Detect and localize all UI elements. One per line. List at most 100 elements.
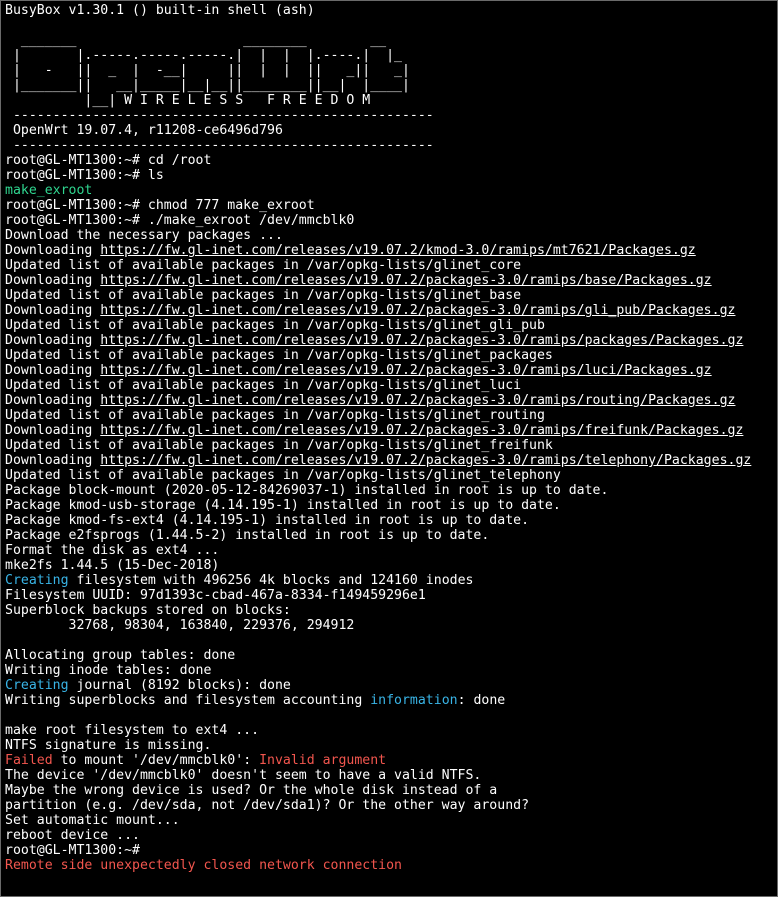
output-line: Allocating group tables: done xyxy=(5,648,777,663)
output-text: journal (8192 blocks): done xyxy=(68,678,291,693)
output-text: Remote side unexpectedly closed network … xyxy=(5,858,402,873)
output-text: partition (e.g. /dev/sda, not /dev/sda1)… xyxy=(5,798,530,813)
output-text: Updated list of available packages in /v… xyxy=(5,438,553,453)
output-text: root@GL-MT1300:~# ./make_exroot /dev/mmc… xyxy=(5,213,355,228)
package-url-link[interactable]: https://fw.gl-inet.com/releases/v19.07.2… xyxy=(100,453,751,468)
output-line: Updated list of available packages in /v… xyxy=(5,318,777,333)
output-text: NTFS signature is missing. xyxy=(5,738,212,753)
output-line: root@GL-MT1300:~# xyxy=(5,843,777,858)
output-text: Package kmod-fs-ext4 (4.14.195-1) instal… xyxy=(5,513,530,528)
output-text: 32768, 98304, 163840, 229376, 294912 xyxy=(5,618,355,633)
output-line: Writing inode tables: done xyxy=(5,663,777,678)
output-line: Updated list of available packages in /v… xyxy=(5,468,777,483)
output-line: root@GL-MT1300:~# ./make_exroot /dev/mmc… xyxy=(5,213,777,228)
output-text: Downloading xyxy=(5,393,101,408)
banner-line: ----------------------------------------… xyxy=(5,138,434,153)
output-line: Package e2fsprogs (1.44.5-2) installed i… xyxy=(5,528,777,543)
output-text: Downloading xyxy=(5,423,101,438)
output-text: Downloading xyxy=(5,333,101,348)
output-line: Updated list of available packages in /v… xyxy=(5,408,777,423)
output-text: root@GL-MT1300:~# cd /root xyxy=(5,153,212,168)
output-line: Set automatic mount... xyxy=(5,813,777,828)
output-text: Updated list of available packages in /v… xyxy=(5,378,522,393)
output-line: Updated list of available packages in /v… xyxy=(5,258,777,273)
terminal-output: BusyBox v1.30.1 () built-in shell (ash) … xyxy=(5,3,777,873)
output-text: Updated list of available packages in /v… xyxy=(5,318,545,333)
output-text: Set automatic mount... xyxy=(5,813,180,828)
output-text: Superblock backups stored on blocks: xyxy=(5,603,291,618)
output-text: reboot device ... xyxy=(5,828,140,843)
package-url-link[interactable]: https://fw.gl-inet.com/releases/v19.07.2… xyxy=(100,333,743,348)
output-line: make_exroot xyxy=(5,183,777,198)
package-url-link[interactable]: https://fw.gl-inet.com/releases/v19.07.2… xyxy=(100,423,743,438)
output-text: Downloading xyxy=(5,363,101,378)
output-text: make root filesystem to ext4 ... xyxy=(5,723,260,738)
output-line: mke2fs 1.44.5 (15-Dec-2018) xyxy=(5,558,777,573)
output-line: Downloading https://fw.gl-inet.com/relea… xyxy=(5,393,777,408)
output-text: Writing inode tables: done xyxy=(5,663,212,678)
banner-line: | |.-----.-----.-----.| | | |.----.| |_ xyxy=(5,48,402,63)
output-text: Package e2fsprogs (1.44.5-2) installed i… xyxy=(5,528,490,543)
output-text: Invalid argument xyxy=(259,753,387,768)
banner-line: |__| W I R E L E S S F R E E D O M xyxy=(5,93,371,108)
output-text: Downloading xyxy=(5,303,101,318)
output-text: Updated list of available packages in /v… xyxy=(5,408,545,423)
output-line: Failed to mount '/dev/mmcblk0': Invalid … xyxy=(5,753,777,768)
output-line: The device '/dev/mmcblk0' doesn't seem t… xyxy=(5,768,777,783)
output-text: Package kmod-usb-storage (4.14.195-1) in… xyxy=(5,498,561,513)
output-text: Creating xyxy=(5,573,69,588)
output-text: Downloading xyxy=(5,273,101,288)
command-output: root@GL-MT1300:~# cd /root root@GL-MT1300… xyxy=(5,153,777,873)
banner-line xyxy=(5,18,777,33)
output-line: Downloading https://fw.gl-inet.com/relea… xyxy=(5,453,777,468)
package-url-link[interactable]: https://fw.gl-inet.com/releases/v19.07.2… xyxy=(100,273,711,288)
output-text: Updated list of available packages in /v… xyxy=(5,468,561,483)
output-text: Format the disk as ext4 ... xyxy=(5,543,220,558)
output-line: Filesystem UUID: 97d1393c-cbad-467a-8334… xyxy=(5,588,777,603)
openwrt-banner: _______ ________ __ | |.-----.-----.----… xyxy=(5,18,777,153)
output-line: Package block-mount (2020-05-12-84269037… xyxy=(5,483,777,498)
output-line: Updated list of available packages in /v… xyxy=(5,288,777,303)
output-line: root@GL-MT1300:~# ls xyxy=(5,168,777,183)
banner-line: _______ ________ __ xyxy=(5,33,387,48)
output-line: Downloading https://fw.gl-inet.com/relea… xyxy=(5,363,777,378)
output-line: partition (e.g. /dev/sda, not /dev/sda1)… xyxy=(5,798,777,813)
output-text: Writing superblocks and filesystem accou… xyxy=(5,693,371,708)
output-line: root@GL-MT1300:~# cd /root xyxy=(5,153,777,168)
output-text: Package block-mount (2020-05-12-84269037… xyxy=(5,483,609,498)
shell-header: BusyBox v1.30.1 () built-in shell (ash) xyxy=(5,3,315,18)
output-line: Downloading https://fw.gl-inet.com/relea… xyxy=(5,423,777,438)
output-line: Package kmod-fs-ext4 (4.14.195-1) instal… xyxy=(5,513,777,528)
output-text: Filesystem UUID: 97d1393c-cbad-467a-8334… xyxy=(5,588,426,603)
package-url-link[interactable]: https://fw.gl-inet.com/releases/v19.07.2… xyxy=(100,303,735,318)
package-url-link[interactable]: https://fw.gl-inet.com/releases/v19.07.2… xyxy=(100,243,695,258)
output-text: filesystem with 496256 4k blocks and 124… xyxy=(68,573,474,588)
output-text: Downloading xyxy=(5,243,101,258)
output-text: mke2fs 1.44.5 (15-Dec-2018) xyxy=(5,558,220,573)
output-line: make root filesystem to ext4 ... xyxy=(5,723,777,738)
output-text: root@GL-MT1300:~# ls xyxy=(5,168,164,183)
output-text: Failed xyxy=(5,753,53,768)
output-line: Format the disk as ext4 ... xyxy=(5,543,777,558)
output-line: Updated list of available packages in /v… xyxy=(5,438,777,453)
output-line: Updated list of available packages in /v… xyxy=(5,348,777,363)
output-line: Maybe the wrong device is used? Or the w… xyxy=(5,783,777,798)
banner-line: |_______|| __|_____|__|__||________||__|… xyxy=(5,78,410,93)
output-text: Updated list of available packages in /v… xyxy=(5,288,522,303)
output-line: NTFS signature is missing. xyxy=(5,738,777,753)
output-text: Maybe the wrong device is used? Or the w… xyxy=(5,783,498,798)
output-line: Downloading https://fw.gl-inet.com/relea… xyxy=(5,333,777,348)
output-line: Remote side unexpectedly closed network … xyxy=(5,858,777,873)
terminal-window[interactable]: BusyBox v1.30.1 () built-in shell (ash) … xyxy=(0,0,778,897)
output-text: Download the necessary packages ... xyxy=(5,228,283,243)
output-text: The device '/dev/mmcblk0' doesn't seem t… xyxy=(5,768,482,783)
output-line: Package kmod-usb-storage (4.14.195-1) in… xyxy=(5,498,777,513)
package-url-link[interactable]: https://fw.gl-inet.com/releases/v19.07.2… xyxy=(100,363,711,378)
package-url-link[interactable]: https://fw.gl-inet.com/releases/v19.07.2… xyxy=(100,393,735,408)
banner-line: OpenWrt 19.07.4, r11208-ce6496d796 xyxy=(5,123,283,138)
output-line: reboot device ... xyxy=(5,828,777,843)
output-line: 32768, 98304, 163840, 229376, 294912 xyxy=(5,618,777,633)
output-text: Updated list of available packages in /v… xyxy=(5,348,553,363)
output-text: information xyxy=(370,693,458,708)
